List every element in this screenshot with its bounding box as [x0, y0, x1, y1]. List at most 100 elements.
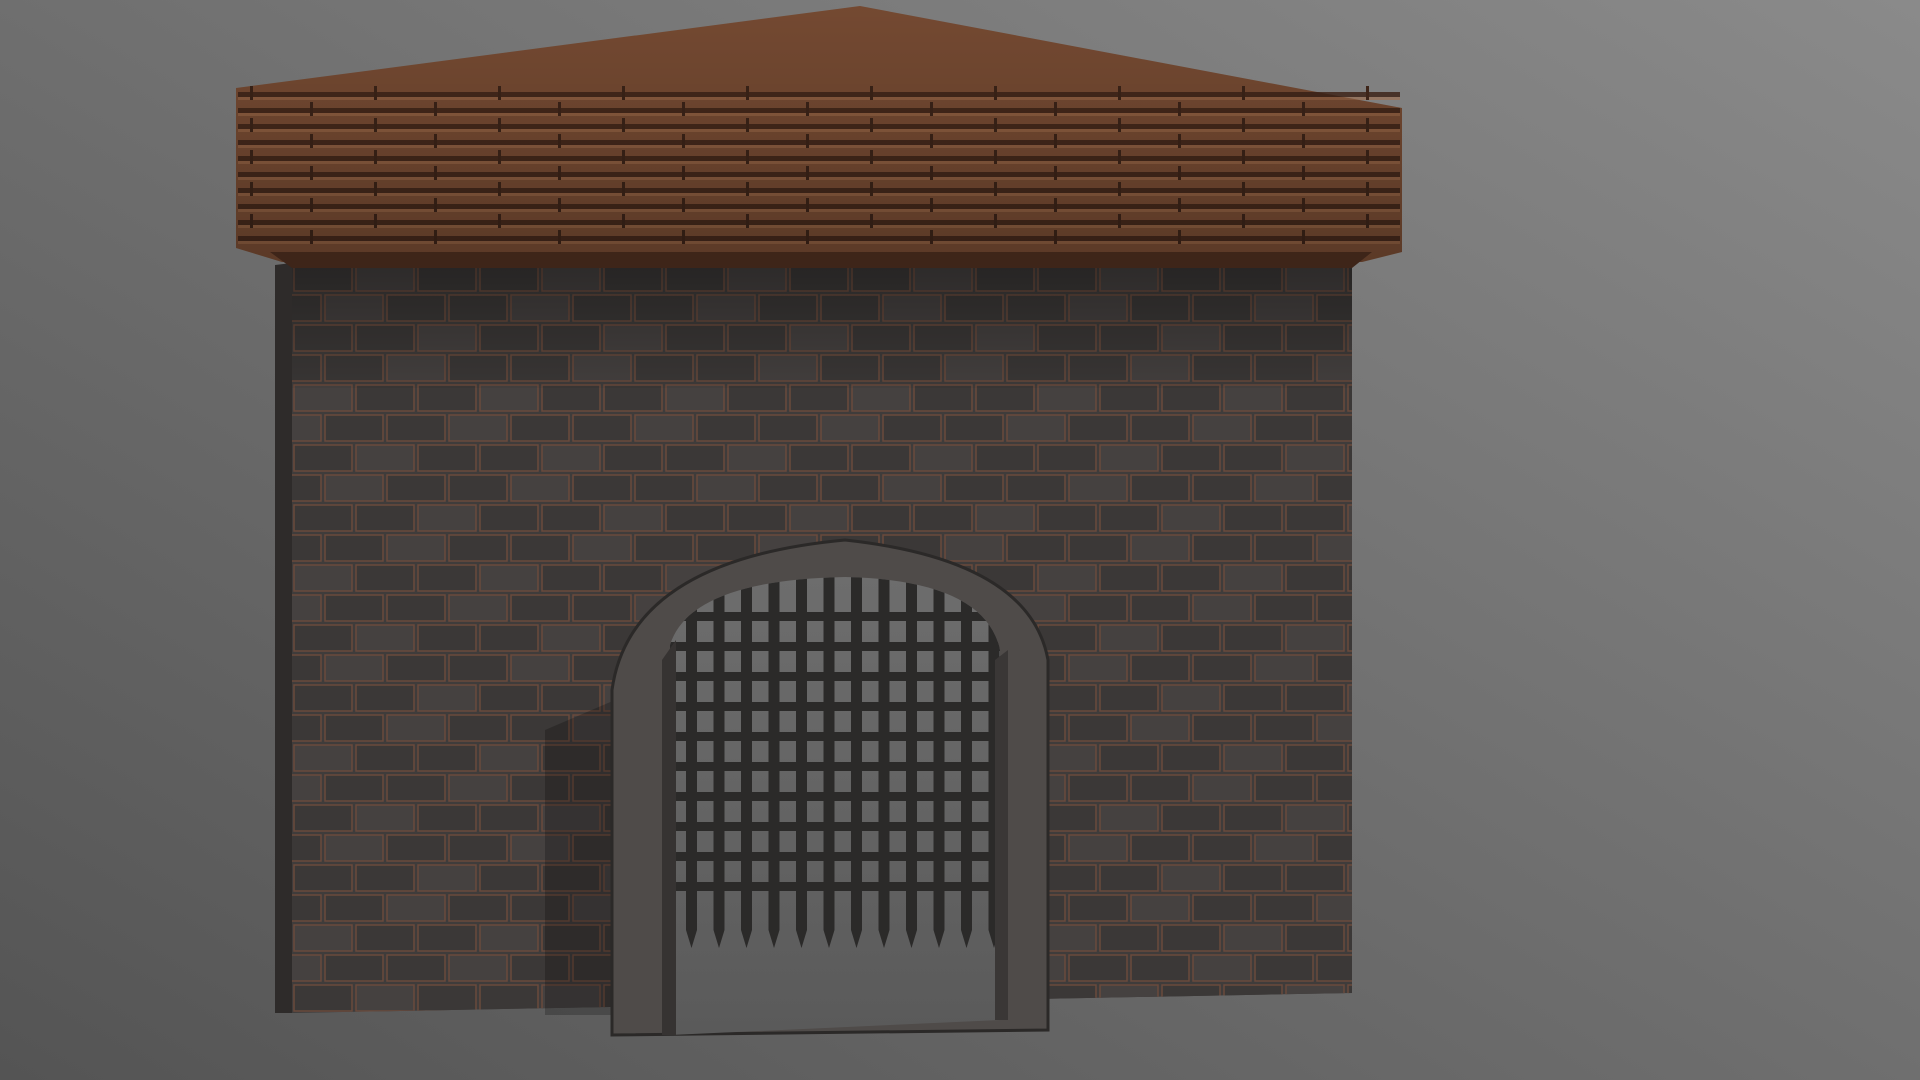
- brick: [324, 834, 384, 862]
- brick: [541, 684, 601, 712]
- brick: [1130, 834, 1190, 862]
- brick: [417, 504, 477, 532]
- brick: [355, 984, 415, 1012]
- brick: [479, 744, 539, 772]
- brick: [479, 624, 539, 652]
- brick: [944, 474, 1004, 502]
- brick: [603, 384, 663, 412]
- brick: [727, 384, 787, 412]
- portcullis-bar-horizontal: [670, 822, 1000, 831]
- portcullis-bar-vertical: [961, 577, 972, 930]
- brick: [448, 534, 508, 562]
- brick: [1285, 864, 1345, 892]
- brick: [1254, 774, 1314, 802]
- brick: [1099, 444, 1159, 472]
- brick: [1223, 744, 1283, 772]
- brick: [1068, 474, 1128, 502]
- brick: [820, 414, 880, 442]
- brick: [882, 414, 942, 442]
- scene-canvas: [0, 0, 1920, 1080]
- brick: [1192, 414, 1252, 442]
- portcullis-bar-vertical: [933, 577, 945, 930]
- brick: [417, 984, 477, 1012]
- brick: [1223, 924, 1283, 952]
- brick: [479, 864, 539, 892]
- brick: [324, 714, 384, 742]
- brick: [479, 564, 539, 592]
- brick: [820, 474, 880, 502]
- brick: [758, 474, 818, 502]
- brick: [851, 504, 911, 532]
- brick: [1006, 474, 1066, 502]
- brick: [572, 534, 632, 562]
- brick: [324, 474, 384, 502]
- brick: [665, 444, 725, 472]
- brick: [1254, 654, 1314, 682]
- brick: [1223, 444, 1283, 472]
- brick: [944, 534, 1004, 562]
- brick: [386, 954, 446, 982]
- portcullis-bar-vertical: [713, 577, 725, 930]
- brick: [1068, 774, 1128, 802]
- brick: [1161, 864, 1221, 892]
- portcullis-bar-horizontal: [670, 762, 1000, 771]
- brick: [293, 744, 353, 772]
- brick: [541, 624, 601, 652]
- brick: [293, 444, 353, 472]
- brick: [1037, 444, 1097, 472]
- brick: [355, 804, 415, 832]
- brick: [727, 504, 787, 532]
- brick: [1254, 414, 1314, 442]
- brick: [293, 804, 353, 832]
- brick: [1130, 414, 1190, 442]
- portcullis-bar-vertical: [878, 577, 890, 930]
- brick: [1161, 384, 1221, 412]
- brick: [1161, 504, 1221, 532]
- brick: [417, 744, 477, 772]
- brick: [510, 654, 570, 682]
- brick: [665, 384, 725, 412]
- brick: [1068, 414, 1128, 442]
- brick: [417, 624, 477, 652]
- brick: [355, 564, 415, 592]
- brick: [851, 444, 911, 472]
- gatehouse-scene: [0, 0, 1920, 1080]
- brick: [572, 414, 632, 442]
- brick: [1099, 924, 1159, 952]
- brick: [417, 924, 477, 952]
- brick: [479, 804, 539, 832]
- brick: [479, 384, 539, 412]
- brick: [293, 504, 353, 532]
- brick: [696, 474, 756, 502]
- brick: [386, 594, 446, 622]
- brick: [448, 714, 508, 742]
- brick: [1130, 714, 1190, 742]
- brick: [1192, 594, 1252, 622]
- portcullis-bar-horizontal: [670, 792, 1000, 801]
- brick: [1130, 534, 1190, 562]
- brick: [1223, 864, 1283, 892]
- brick: [355, 624, 415, 652]
- brick: [417, 864, 477, 892]
- brick: [324, 534, 384, 562]
- brick: [541, 564, 601, 592]
- brick: [1099, 564, 1159, 592]
- brick: [293, 864, 353, 892]
- brick: [1068, 654, 1128, 682]
- brick: [1099, 804, 1159, 832]
- brick: [510, 594, 570, 622]
- brick: [1099, 384, 1159, 412]
- brick: [479, 444, 539, 472]
- brick: [882, 474, 942, 502]
- portcullis-bar-vertical: [796, 577, 807, 930]
- brick: [417, 444, 477, 472]
- portcullis-bar-vertical: [741, 577, 752, 930]
- brick: [324, 414, 384, 442]
- portcullis-bar-vertical: [906, 577, 917, 930]
- shingle-joint: [1366, 86, 1369, 100]
- brick: [1223, 564, 1283, 592]
- brick: [386, 654, 446, 682]
- brick: [386, 714, 446, 742]
- brick: [727, 444, 787, 472]
- brick: [417, 564, 477, 592]
